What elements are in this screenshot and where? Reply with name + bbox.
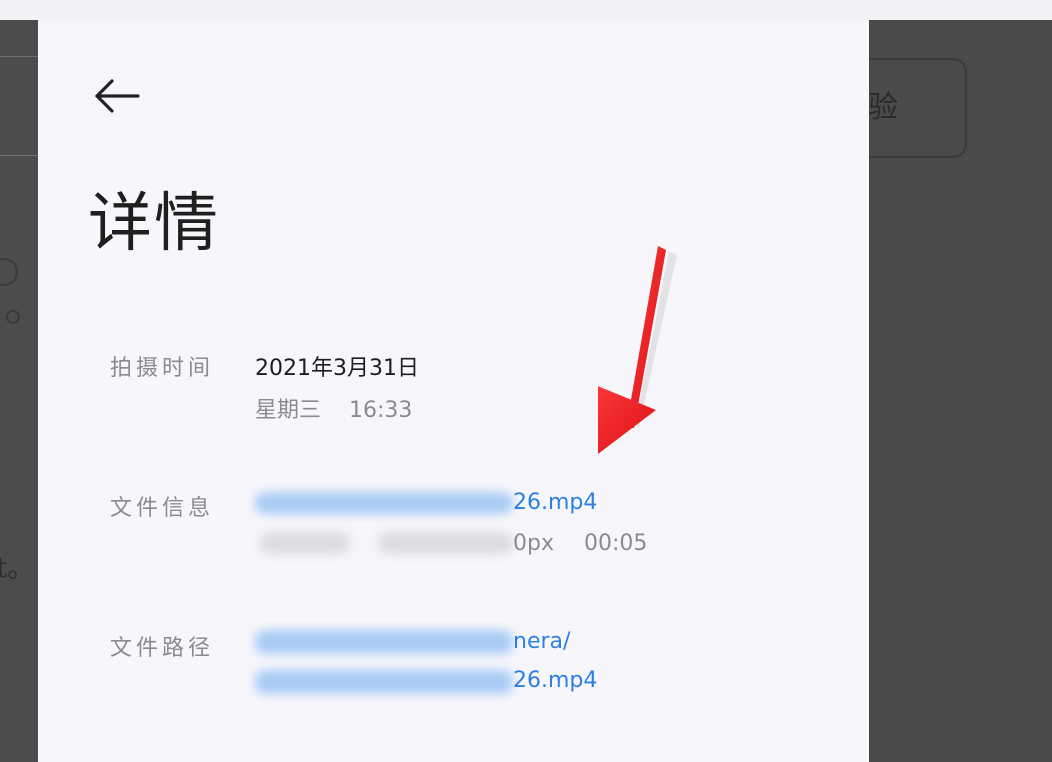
capture-time: 16:33 [349, 398, 413, 423]
capture-time-label: 拍摄时间 [110, 356, 215, 381]
redacted-size [260, 532, 350, 554]
capture-date: 2021年3月31日 [255, 356, 419, 381]
file-path-line2[interactable]: 26.mp4 [513, 668, 597, 693]
file-name-link[interactable]: 26.mp4 [513, 490, 597, 515]
file-resolution: 0px [513, 531, 554, 556]
background-circle-icon [0, 258, 18, 286]
redacted-path-line2 [255, 670, 513, 694]
red-arrow-icon [598, 246, 677, 454]
background-left-pane: t。 [0, 20, 38, 762]
background-button-label: 验 [868, 90, 898, 125]
back-button[interactable] [94, 78, 142, 118]
redacted-path-line1 [255, 630, 513, 654]
capture-weekday: 星期三 [255, 398, 322, 423]
file-duration: 00:05 [583, 531, 648, 556]
file-path-label: 文件路径 [110, 636, 215, 661]
redacted-filename [255, 492, 513, 514]
details-panel: 详情 拍摄时间 2021年3月31日 星期三 16:33 文件信息 26.mp4 … [38, 20, 869, 762]
redacted-resolution [378, 532, 513, 554]
file-path-line1[interactable]: nera/ [513, 629, 570, 654]
file-info-label: 文件信息 [110, 496, 215, 521]
background-divider [0, 155, 38, 156]
page-title: 详情 [88, 187, 220, 261]
capture-weekday-time: 星期三 16:33 [255, 392, 412, 424]
top-browser-strip [0, 0, 1052, 21]
arrow-left-icon [95, 79, 140, 113]
background-text-fragment: t。 [0, 551, 36, 584]
background-divider [0, 56, 38, 57]
background-gear-icon [6, 310, 20, 324]
file-meta: 0px 00:05 [513, 531, 647, 556]
